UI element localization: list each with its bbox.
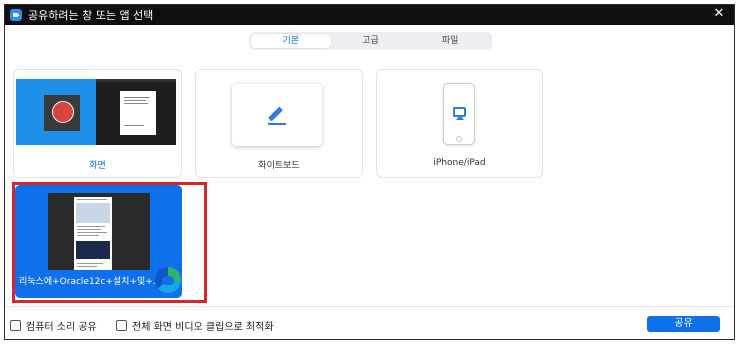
share-dialog: 공유하려는 창 또는 앱 선택 ✕ 기본 고급 파일 화면 화이트보드 iPho… <box>4 4 735 340</box>
screen-thumbnail <box>16 79 176 145</box>
checkbox-box[interactable] <box>10 320 21 331</box>
source-browser-window[interactable]: 리눅스에+Oracle12c+설치+및+... <box>15 185 182 298</box>
whiteboard-preview <box>232 84 322 146</box>
pen-icon <box>267 105 287 125</box>
share-button[interactable]: 공유 <box>647 316 720 332</box>
tab-files[interactable]: 파일 <box>410 34 490 48</box>
browser-window-label: 리눅스에+Oracle12c+설치+및+... <box>19 277 155 287</box>
edge-icon <box>155 267 181 293</box>
phone-icon <box>443 83 475 145</box>
tab-bar: 기본 고급 파일 <box>249 32 492 50</box>
source-whiteboard-label: 화이트보드 <box>258 161 300 171</box>
zoom-app-icon <box>10 9 22 21</box>
optimize-video-label: 전체 화면 비디오 클립으로 최적화 <box>132 322 274 333</box>
share-audio-label: 컴퓨터 소리 공유 <box>26 322 97 333</box>
source-screen-label: 화면 <box>89 161 106 171</box>
footer-divider <box>5 306 734 307</box>
title-bar: 공유하려는 창 또는 앱 선택 ✕ <box>5 5 734 25</box>
source-iphone-ipad[interactable]: iPhone/iPad <box>376 69 543 178</box>
source-iphone-label: iPhone/iPad <box>433 158 486 168</box>
tab-basic[interactable]: 기본 <box>251 34 331 48</box>
checkbox-box[interactable] <box>116 320 127 331</box>
source-screen[interactable]: 화면 <box>13 69 182 178</box>
window-title: 공유하려는 창 또는 앱 선택 <box>28 9 154 22</box>
close-button[interactable]: ✕ <box>712 7 726 21</box>
share-computer-audio-checkbox[interactable]: 컴퓨터 소리 공유 <box>10 318 97 333</box>
source-whiteboard[interactable]: 화이트보드 <box>195 69 363 178</box>
tab-advanced[interactable]: 고급 <box>331 34 411 48</box>
browser-window-thumbnail <box>48 193 150 270</box>
optimize-video-checkbox[interactable]: 전체 화면 비디오 클립으로 최적화 <box>116 318 274 333</box>
